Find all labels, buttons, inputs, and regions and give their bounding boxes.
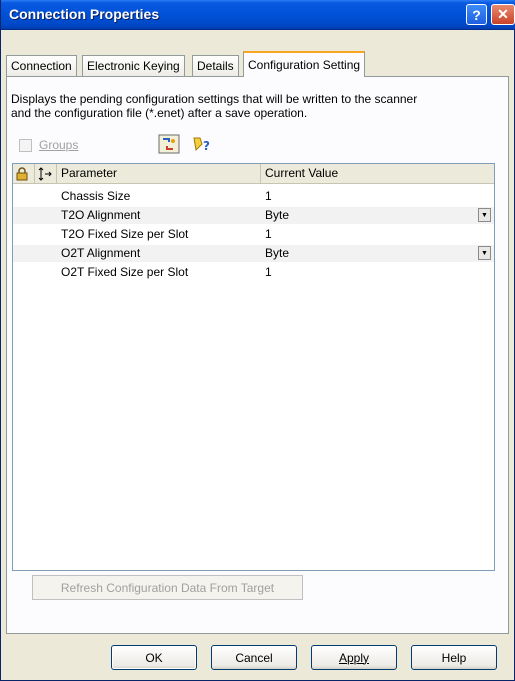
configuration-setting-panel: Displays the pending configuration setti… — [6, 76, 509, 634]
parameter-cell: Chassis Size — [61, 189, 131, 203]
panel-description: Displays the pending configuration setti… — [11, 92, 506, 120]
connection-properties-dialog: Connection Properties ? ✕ Connection Ele… — [0, 0, 515, 681]
apply-button[interactable]: Apply — [311, 645, 397, 670]
help-button[interactable]: Help — [411, 645, 497, 670]
parameter-cell: T2O Fixed Size per Slot — [61, 227, 189, 241]
value-cell[interactable]: Byte — [265, 207, 289, 224]
tab-label: Details — [197, 59, 234, 73]
table-row[interactable]: Chassis Size 1 — [13, 188, 494, 205]
table-row[interactable]: O2T Alignment Byte ▼ — [13, 245, 494, 262]
checkbox-box[interactable] — [19, 138, 32, 152]
question-icon[interactable]: ? — [466, 4, 487, 25]
window-title: Connection Properties — [9, 6, 160, 22]
table-row[interactable]: T2O Fixed Size per Slot 1 — [13, 226, 494, 243]
chevron-down-icon[interactable]: ▼ — [478, 208, 491, 222]
refresh-configuration-button[interactable]: Refresh Configuration Data From Target — [32, 575, 303, 600]
tab-electronic-keying[interactable]: Electronic Keying — [82, 55, 185, 77]
cancel-button-label: Cancel — [235, 650, 273, 665]
help-icon[interactable]: ? — [189, 133, 213, 155]
groups-checkbox[interactable]: Groups — [19, 138, 78, 152]
parameter-cell: T2O Alignment — [61, 208, 141, 222]
ok-button-label: OK — [145, 650, 163, 665]
title-bar[interactable]: Connection Properties ? ✕ — [1, 0, 515, 30]
sort-icon[interactable] — [157, 133, 181, 155]
cancel-button[interactable]: Cancel — [211, 645, 297, 670]
chevron-down-icon[interactable]: ▼ — [478, 246, 491, 260]
tab-label: Configuration Setting — [248, 58, 361, 72]
help-button-label: Help — [441, 650, 467, 665]
close-icon[interactable]: ✕ — [491, 4, 515, 25]
value-cell[interactable]: 1 — [265, 188, 272, 205]
sort-arrows-icon[interactable] — [35, 164, 57, 183]
tab-label: Electronic Keying — [87, 59, 180, 73]
svg-text:?: ? — [203, 139, 210, 153]
tab-configuration-setting[interactable]: Configuration Setting — [243, 51, 366, 77]
tab-connection[interactable]: Connection — [6, 55, 77, 77]
tab-label: Connection — [11, 59, 72, 73]
apply-button-label: Apply — [338, 650, 370, 665]
column-header-parameter[interactable]: Parameter — [57, 164, 261, 183]
refresh-button-label: Refresh Configuration Data From Target — [60, 580, 275, 595]
table-row[interactable]: T2O Alignment Byte ▼ — [13, 207, 494, 224]
tab-details[interactable]: Details — [192, 55, 239, 77]
configuration-list[interactable]: Parameter Current Value Chassis Size 1 T… — [12, 163, 495, 571]
column-header-current-value[interactable]: Current Value — [261, 164, 494, 183]
description-line: Displays the pending configuration setti… — [11, 92, 418, 106]
lock-icon[interactable] — [13, 164, 35, 183]
parameter-cell: O2T Fixed Size per Slot — [61, 265, 189, 279]
parameter-cell: O2T Alignment — [61, 246, 141, 260]
ok-button[interactable]: OK — [111, 645, 197, 670]
value-cell[interactable]: Byte — [265, 245, 289, 262]
value-cell[interactable]: 1 — [265, 226, 272, 243]
value-cell[interactable]: 1 — [265, 264, 272, 281]
table-row[interactable]: O2T Fixed Size per Slot 1 — [13, 264, 494, 281]
description-line: and the configuration file (*.enet) afte… — [11, 106, 308, 120]
list-header: Parameter Current Value — [13, 164, 494, 184]
groups-label: Groups — [39, 138, 79, 152]
